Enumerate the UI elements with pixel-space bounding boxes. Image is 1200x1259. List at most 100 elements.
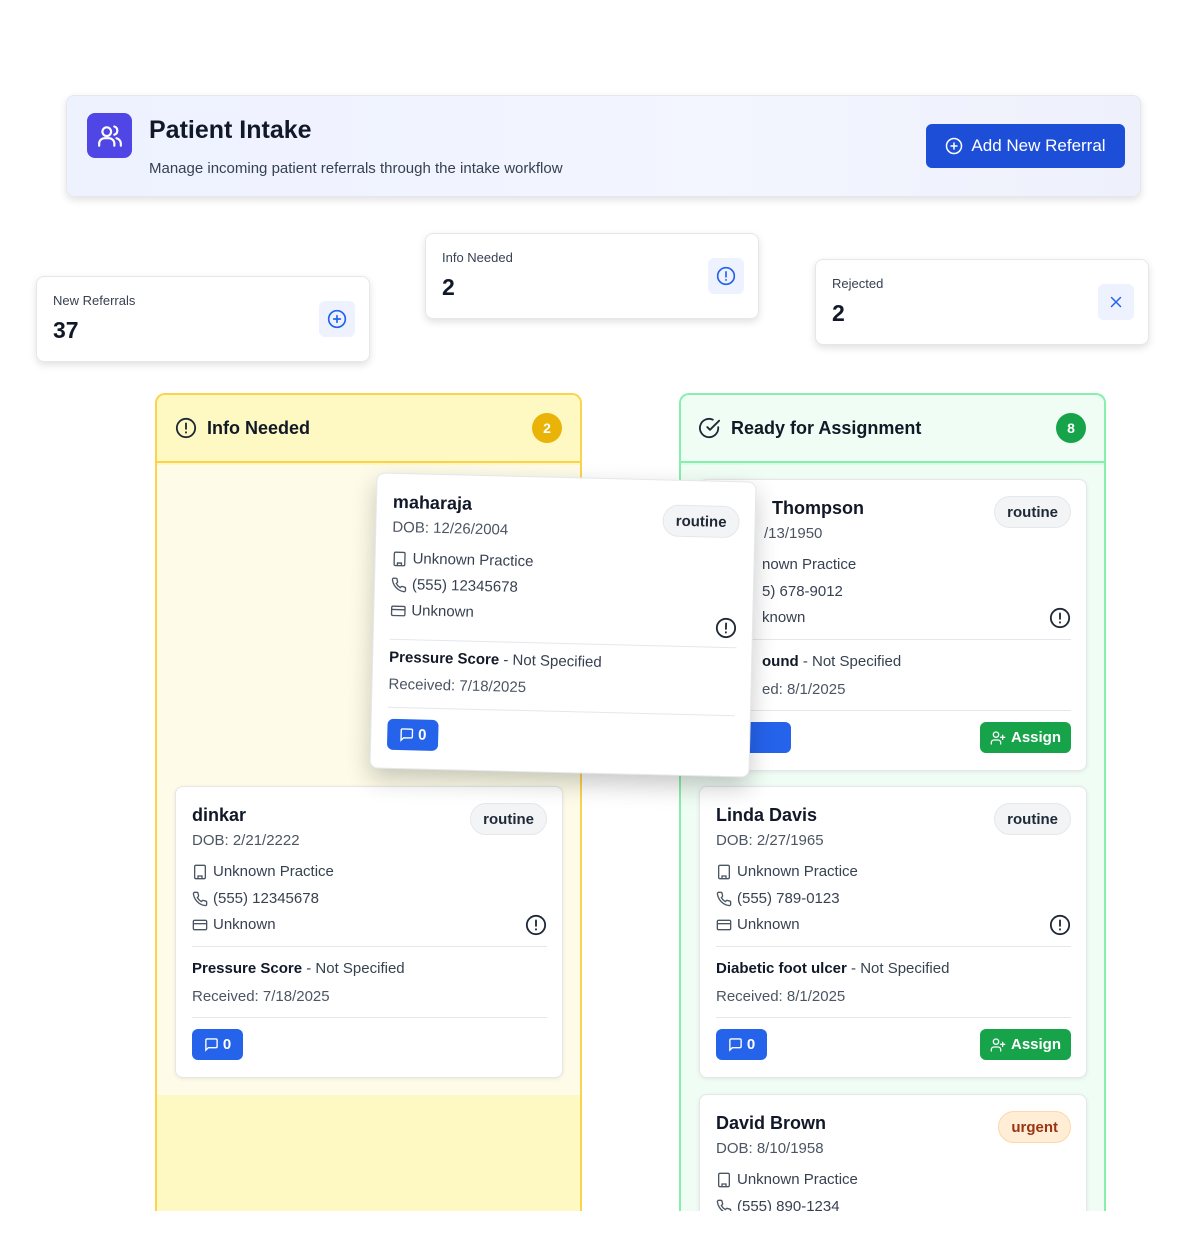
priority-badge: urgent — [998, 1111, 1071, 1143]
patient-dob: DOB: 8/10/1958 — [716, 1140, 824, 1157]
referral-card[interactable]: dinkar DOB: 2/21/2222 routine Unknown Pr… — [175, 786, 563, 1078]
wound-info: Pressure Score - Not Specified — [192, 960, 405, 977]
referral-card[interactable]: Linda Davis DOB: 2/27/1965 routine Unkno… — [699, 786, 1087, 1078]
practice-text: Unknown Practice — [412, 550, 534, 571]
stat-value: 37 — [53, 317, 79, 343]
priority-badge: routine — [662, 504, 740, 539]
phone-row: (555) 890-1234 — [716, 1198, 840, 1211]
phone-row: (555) 12345678 — [391, 576, 518, 596]
phone-text: (555) 12345678 — [213, 890, 319, 907]
credit-card-icon — [192, 919, 208, 930]
building-icon — [718, 864, 730, 879]
credit-card-icon — [716, 919, 732, 930]
assign-button[interactable]: Assign — [980, 1029, 1071, 1060]
dragged-referral-card[interactable]: maharaja DOB: 12/26/2004 routine Unknown… — [369, 472, 757, 778]
building-icon — [393, 551, 406, 566]
phone-text: 5) 678-9012 — [762, 583, 843, 600]
messages-button[interactable]: 0 — [716, 1029, 767, 1060]
stat-rejected[interactable]: Rejected 2 — [815, 259, 1149, 345]
messages-button[interactable]: 0 — [192, 1029, 243, 1060]
referral-card[interactable]: David Brown DOB: 8/10/1958 urgent Unknow… — [699, 1094, 1087, 1211]
column-header: Ready for Assignment 8 — [681, 395, 1104, 463]
add-new-referral-label: Add New Referral — [971, 136, 1106, 155]
stat-label: Rejected — [832, 276, 884, 291]
insurance-row: Unknown — [716, 916, 800, 933]
stat-value: 2 — [442, 274, 455, 300]
message-count: 0 — [746, 1036, 756, 1053]
wound-type: Pressure Score — [388, 648, 500, 669]
insurance-text: known — [762, 609, 806, 626]
add-new-referral-button[interactable]: Add New Referral — [926, 124, 1125, 168]
column-title: Ready for Assignment — [731, 417, 922, 438]
alert-circle-icon[interactable] — [1049, 607, 1071, 634]
divider — [716, 1017, 1071, 1018]
divider — [716, 639, 1071, 640]
page-title: Patient Intake — [149, 116, 312, 144]
received-date: ed: 8/1/2025 — [762, 681, 846, 698]
phone-icon — [716, 891, 732, 906]
received-date: Received: 8/1/2025 — [716, 988, 846, 1005]
alert-circle-icon — [175, 417, 197, 439]
alert-circle-icon — [708, 258, 744, 294]
divider — [192, 946, 547, 947]
patient-name: Thompson — [772, 498, 864, 518]
stat-label: New Referrals — [53, 293, 136, 308]
page-header: Patient Intake Manage incoming patient r… — [66, 95, 1141, 197]
divider — [716, 946, 1071, 947]
practice-text: Unknown Practice — [213, 863, 334, 880]
phone-row: 5) 678-9012 — [762, 583, 843, 600]
practice-row: Unknown Practice — [716, 863, 858, 880]
phone-icon — [716, 1199, 732, 1211]
column-header: Info Needed 2 — [157, 395, 580, 463]
messages-button[interactable]: 0 — [386, 718, 439, 751]
practice-row: Unknown Practice — [391, 550, 534, 571]
divider — [389, 638, 737, 649]
practice-text: Unknown Practice — [737, 1171, 858, 1188]
check-circle-icon — [699, 417, 721, 439]
assign-label: Assign — [1010, 729, 1061, 746]
column-count-badge: 2 — [532, 413, 562, 443]
insurance-row: Unknown — [390, 602, 474, 621]
insurance-row: known — [762, 609, 805, 626]
column-title: Info Needed — [207, 417, 311, 438]
x-icon — [1098, 284, 1134, 320]
divider — [192, 1017, 547, 1018]
patient-dob: DOB: 12/26/2004 — [392, 518, 509, 539]
phone-text: (555) 890-1234 — [737, 1198, 840, 1211]
alert-circle-icon[interactable] — [525, 914, 547, 941]
patient-dob: DOB: 2/21/2222 — [192, 832, 300, 849]
stat-new-referrals[interactable]: New Referrals 37 — [36, 276, 370, 362]
plus-circle-icon — [946, 137, 963, 155]
practice-row: Unknown Practice — [192, 863, 334, 880]
stat-info-needed[interactable]: Info Needed 2 — [425, 233, 759, 319]
plus-circle-icon — [319, 301, 355, 337]
wound-type: Pressure Score — [192, 960, 303, 977]
patient-name: David Brown — [716, 1113, 827, 1133]
referral-card[interactable]: Thompson /13/1950 routine nown Practice … — [699, 479, 1087, 771]
patient-name: dinkar — [192, 805, 247, 825]
insurance-text: Unknown — [213, 916, 276, 933]
message-count: 0 — [222, 1036, 232, 1053]
message-icon — [205, 1038, 218, 1052]
assign-label: Assign — [1010, 1036, 1061, 1053]
practice-row: nown Practice — [762, 556, 856, 573]
message-count: 0 — [417, 726, 427, 744]
wound-type: ound — [762, 653, 799, 670]
user-plus-icon — [990, 730, 1006, 745]
stat-value: 2 — [832, 300, 845, 326]
assign-button[interactable]: Assign — [980, 722, 1071, 753]
phone-row: (555) 12345678 — [192, 890, 319, 907]
phone-icon — [391, 577, 407, 592]
stat-label: Info Needed — [442, 250, 513, 265]
page-subtitle: Manage incoming patient referrals throug… — [149, 160, 563, 177]
priority-badge: routine — [994, 496, 1071, 528]
message-icon — [729, 1038, 742, 1052]
wound-detail: - Not Specified — [306, 960, 405, 977]
patient-dob: DOB: 2/27/1965 — [716, 832, 824, 849]
priority-badge: routine — [470, 803, 547, 835]
alert-circle-icon[interactable] — [1049, 914, 1071, 941]
alert-circle-icon[interactable] — [715, 617, 738, 645]
wound-detail: - Not Specified — [802, 653, 902, 670]
divider — [716, 710, 1071, 711]
wound-info: ound - Not Specified — [762, 653, 901, 670]
